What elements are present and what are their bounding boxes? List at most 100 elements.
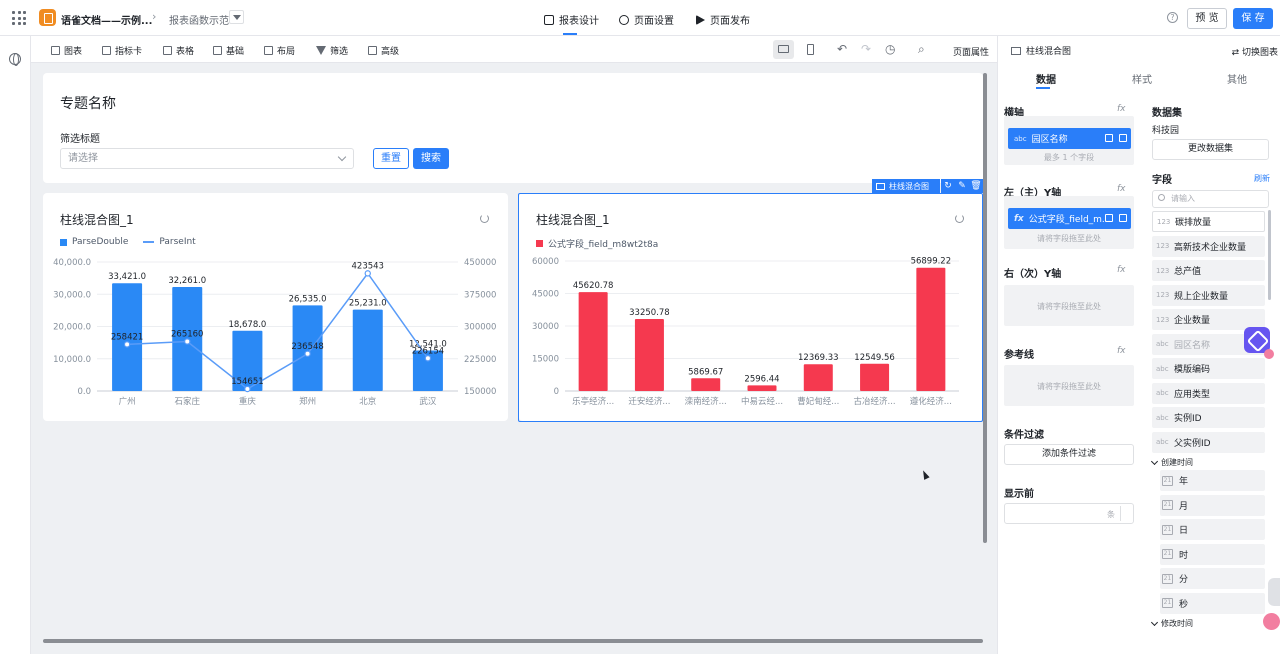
fx-icon[interactable]: fx: [1117, 346, 1126, 356]
switch-chart-button[interactable]: ⇄ 切换图表: [1232, 45, 1278, 58]
preview-button[interactable]: 预 览: [1187, 8, 1227, 29]
fx-icon[interactable]: fx: [1117, 184, 1126, 194]
chart-card-1[interactable]: 柱线混合图_1 ParseDouble ParseInt 0.0 10,000.0…: [43, 193, 508, 421]
field-name: 碳排放量: [1175, 218, 1212, 228]
chart-icon: [51, 46, 60, 55]
modified-time-group[interactable]: 修改时间: [1150, 618, 1193, 629]
created-time-group[interactable]: 创建时间: [1150, 457, 1193, 468]
toolbar-filter[interactable]: 筛选: [316, 44, 348, 57]
delete-icon[interactable]: [1119, 134, 1127, 142]
side-collapse-button[interactable]: [1268, 578, 1280, 606]
toolbar-metric-card[interactable]: 指标卡: [102, 44, 142, 57]
advanced-icon: [368, 46, 377, 55]
edit-icon[interactable]: [1105, 214, 1113, 222]
field-item[interactable]: abc 应用类型: [1152, 382, 1265, 404]
tab-report-design[interactable]: 报表设计: [544, 12, 599, 27]
page-name[interactable]: 报表函数示范: [169, 12, 229, 27]
calendar-icon: 21: [1162, 475, 1173, 486]
filter-title: 筛选标题: [60, 134, 100, 145]
toolbar-filter-label: 筛选: [330, 47, 349, 57]
page-properties-button[interactable]: 页面属性: [953, 45, 989, 58]
app-name[interactable]: 语雀文档——示例...: [61, 12, 152, 27]
reset-button[interactable]: 重置: [373, 148, 409, 169]
field-item[interactable]: 123 碳排放量: [1152, 211, 1265, 232]
topic-card[interactable]: 专题名称 筛选标题 请选择 重置 搜索: [43, 73, 983, 183]
fx-icon[interactable]: fx: [1117, 104, 1126, 114]
help-icon[interactable]: ?: [1167, 12, 1178, 23]
report-design-icon: [544, 14, 554, 25]
x-axis-field-pill[interactable]: abc 园区名称: [1008, 128, 1131, 149]
config-header: 柱线混合图: [1011, 44, 1071, 57]
line-value-label: 258421: [111, 332, 143, 342]
x-axis-hint: 最多 1 个字段: [1043, 153, 1095, 162]
refresh-fields-link[interactable]: 刷新: [1254, 173, 1270, 184]
globe-icon[interactable]: [9, 53, 21, 66]
field-item[interactable]: abc 父实例ID: [1152, 431, 1265, 453]
x-tick-label: 石家庄: [174, 396, 200, 407]
search-button[interactable]: 搜索: [413, 148, 449, 169]
field-item[interactable]: 123 高新技术企业数量: [1152, 235, 1265, 257]
field-search-input[interactable]: 请输入: [1152, 190, 1269, 208]
history-icon[interactable]: ◷: [885, 43, 895, 55]
y-left-hint: 请将字段拖至此处: [1037, 234, 1101, 243]
field-item[interactable]: 123 规上企业数量: [1152, 284, 1265, 306]
canvas-vertical-scrollbar[interactable]: [983, 73, 987, 543]
edit-icon[interactable]: [1105, 134, 1113, 142]
toolbar-chart-label: 图表: [64, 47, 83, 57]
tab-data[interactable]: 数据: [1036, 71, 1056, 86]
toolbar-layout[interactable]: 布局: [264, 44, 295, 57]
date-part-field[interactable]: 21 月: [1160, 494, 1265, 516]
date-part-field[interactable]: 21 日: [1160, 519, 1265, 540]
app-grid-icon[interactable]: [12, 11, 26, 25]
delete-chart-icon[interactable]: 🗑: [969, 179, 983, 193]
field-type: 123: [1156, 242, 1170, 250]
add-condition-button[interactable]: 添加条件过滤: [1004, 444, 1134, 465]
field-list-scrollbar[interactable]: [1268, 210, 1271, 300]
line-point: [304, 350, 311, 357]
page-dropdown-button[interactable]: [229, 10, 244, 24]
edit-chart-icon[interactable]: ✎: [955, 179, 969, 193]
field-item[interactable]: abc 模版编码: [1152, 358, 1265, 379]
save-button[interactable]: 保 存: [1233, 8, 1273, 29]
toolbar-advanced[interactable]: 高级: [368, 44, 399, 57]
field-name: 应用类型: [1174, 389, 1211, 400]
delete-icon[interactable]: [1119, 214, 1127, 222]
chart-type-tag[interactable]: 柱线混合图: [872, 179, 940, 193]
bar-value-label: 32,261.0: [168, 276, 206, 286]
stepper-icon[interactable]: [1120, 506, 1130, 521]
tab-style[interactable]: 样式: [1132, 71, 1152, 86]
field-name: 月: [1179, 501, 1189, 512]
field-type: abc: [1156, 340, 1169, 348]
chart-mini-icon: [876, 182, 885, 190]
tab-page-publish[interactable]: 页面发布: [696, 12, 750, 27]
search-icon[interactable]: ⌕: [918, 43, 925, 55]
tab-page-settings[interactable]: 页面设置: [619, 12, 674, 27]
date-part-field[interactable]: 21 时: [1160, 543, 1265, 565]
field-item[interactable]: abc 实例ID: [1152, 407, 1265, 428]
change-dataset-button[interactable]: 更改数据集: [1152, 139, 1269, 160]
assistant-avatar-icon[interactable]: [1263, 613, 1280, 630]
undo-icon[interactable]: ↶: [837, 43, 847, 55]
toolbar-chart[interactable]: 图表: [51, 44, 82, 57]
x-tick-label: 北京: [359, 396, 376, 407]
field-item[interactable]: 123 总产值: [1152, 260, 1265, 281]
desktop-view-button[interactable]: [773, 40, 794, 59]
gear-icon: [619, 14, 629, 25]
fx-icon[interactable]: fx: [1117, 265, 1126, 275]
refresh-chart-icon[interactable]: ↻: [941, 179, 955, 193]
redo-icon[interactable]: ↷: [861, 43, 871, 55]
filter-select[interactable]: 请选择: [60, 148, 354, 169]
mobile-view-button[interactable]: [800, 40, 821, 59]
toolbar-table[interactable]: 表格: [163, 44, 194, 57]
show-top-input[interactable]: 条: [1004, 503, 1134, 524]
y-left-field-pill[interactable]: fx 公式字段_field_m...: [1008, 208, 1131, 229]
date-part-field[interactable]: 21 秒: [1160, 592, 1265, 614]
canvas-horizontal-scrollbar[interactable]: [43, 639, 983, 643]
date-part-field[interactable]: 21 分: [1160, 568, 1265, 589]
tab-other[interactable]: 其他: [1227, 71, 1247, 86]
date-part-field[interactable]: 21 年: [1160, 470, 1265, 491]
send-icon: [696, 14, 705, 25]
phone-icon: [807, 44, 814, 55]
toolbar-basic[interactable]: 基础: [213, 44, 244, 57]
line-point: [364, 270, 371, 277]
